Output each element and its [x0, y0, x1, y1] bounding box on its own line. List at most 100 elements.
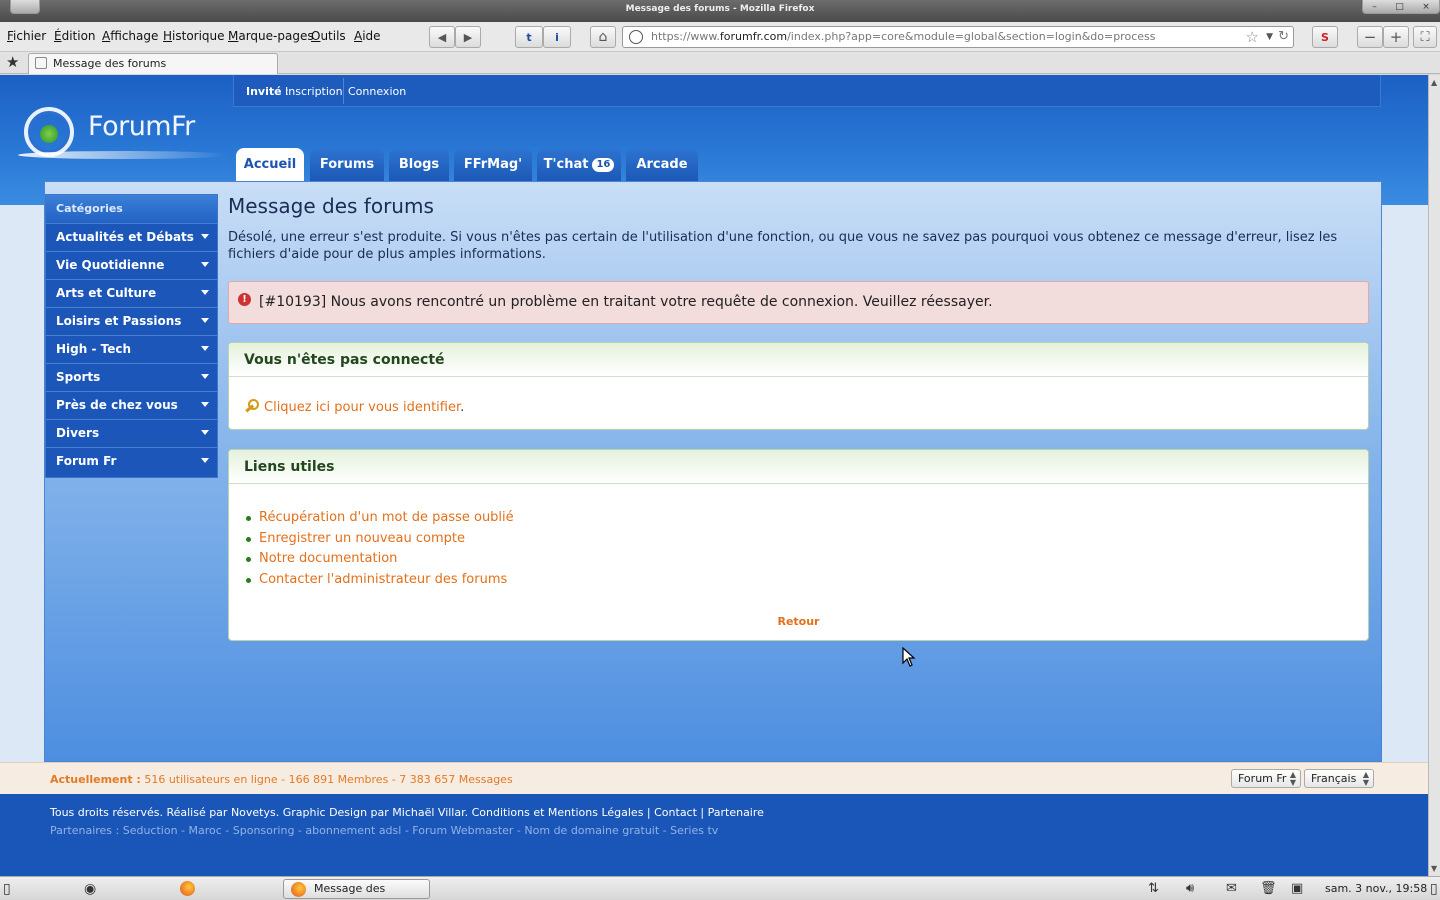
system-menu-icon[interactable]: ◉: [84, 881, 96, 897]
menu-aide[interactable]: Aide: [354, 29, 381, 43]
error-message-text: [#10193] Nous avons rencontré un problèm…: [259, 294, 993, 310]
sidebar-item-vie-quotidienne[interactable]: Vie Quotidienne: [46, 251, 217, 279]
fullscreen-icon: ⛶: [1420, 29, 1430, 45]
minimize-icon[interactable]: –: [1372, 2, 1377, 12]
scroll-up-icon[interactable]: ▲: [1431, 78, 1437, 87]
zoom-in-button[interactable]: +: [1383, 26, 1409, 48]
network-icon[interactable]: ⇅: [1148, 881, 1159, 896]
tab-accueil[interactable]: Accueil: [236, 148, 304, 182]
login-link[interactable]: Connexion: [348, 85, 406, 98]
fullscreen-button[interactable]: ⛶: [1413, 26, 1437, 48]
maximize-icon[interactable]: □: [1395, 2, 1404, 12]
link-documentation[interactable]: Notre documentation: [246, 549, 514, 570]
register-link[interactable]: Inscription: [285, 85, 343, 98]
tab-ffrmag[interactable]: FFrMag': [454, 148, 532, 182]
url-bar[interactable]: https://www.forumfr.com/index.php?app=co…: [622, 26, 1294, 48]
error-icon: !: [238, 293, 251, 306]
logo-swoosh: [18, 151, 228, 159]
guest-status: Invité :: [246, 85, 289, 98]
site-identity-icon[interactable]: [629, 30, 643, 44]
sidebar-item-loisirs[interactable]: Loisirs et Passions: [46, 307, 217, 335]
favicon-icon: [35, 57, 47, 69]
forward-button[interactable]: ▶: [455, 26, 481, 48]
sidebar-item-divers[interactable]: Divers: [46, 419, 217, 447]
sidebar-item-sports[interactable]: Sports: [46, 363, 217, 391]
browser-tab[interactable]: Message des forums: [28, 53, 278, 74]
not-connected-title: Vous n'êtes pas connecté: [229, 343, 1368, 377]
logo-emblem-icon: [24, 107, 74, 157]
volume-icon[interactable]: 🔊︎: [1186, 881, 1194, 896]
reload-icon[interactable]: ↻: [1278, 27, 1289, 47]
logo-text: ForumFr: [88, 111, 195, 142]
useful-links-list: Récupération d'un mot de passe oublié En…: [246, 508, 514, 591]
addon-t-button[interactable]: t: [515, 26, 543, 48]
addon-i-button[interactable]: i: [543, 26, 571, 48]
menu-edition[interactable]: Édition: [54, 29, 96, 43]
user-bar: Invité : Inscription Connexion: [233, 75, 1381, 107]
page-title: Message des forums: [228, 194, 434, 218]
panel-handle-right-icon[interactable]: ▯: [1430, 881, 1438, 897]
tab-arcade[interactable]: Arcade: [626, 148, 698, 182]
error-message-box: ! [#10193] Nous avons rencontré un probl…: [228, 281, 1369, 324]
site-footer: Tous droits réservés. Réalisé par Novety…: [0, 794, 1428, 876]
bookmark-star-icon[interactable]: ☆: [1246, 27, 1259, 47]
back-link-label[interactable]: Retour: [777, 615, 819, 628]
window-controls: – □ ×: [1362, 0, 1440, 14]
tab-label: Message des forums: [53, 57, 167, 70]
scroll-down-icon[interactable]: ▼: [1431, 864, 1437, 873]
tab-blogs[interactable]: Blogs: [389, 148, 449, 182]
not-connected-panel: Vous n'êtes pas connecté Cliquez ici pou…: [228, 342, 1369, 430]
useful-links-panel: Liens utiles Récupération d'un mot de pa…: [228, 449, 1369, 641]
sidebar-item-arts-culture[interactable]: Arts et Culture: [46, 279, 217, 307]
window-titlebar: Message des forums - Mozilla Firefox – □…: [0, 0, 1440, 22]
bookmarks-star-icon[interactable]: ★: [6, 53, 19, 71]
back-button[interactable]: ◀: [429, 26, 455, 48]
close-icon[interactable]: ×: [1422, 2, 1430, 12]
display-icon[interactable]: ▣: [1291, 881, 1303, 896]
addon-s-icon: S: [1321, 30, 1329, 44]
mail-icon[interactable]: ✉: [1226, 881, 1237, 896]
caret-down-icon: [201, 346, 209, 351]
login-line-suffix: .: [460, 400, 465, 415]
link-contact-admin[interactable]: Contacter l'administrateur des forums: [246, 570, 514, 591]
link-register-account[interactable]: Enregistrer un nouveau compte: [246, 529, 514, 550]
url-text: https://www.forumfr.com/index.php?app=co…: [651, 30, 1156, 43]
menu-affichage[interactable]: Affichage: [102, 29, 158, 43]
menu-outils[interactable]: Outils: [311, 29, 346, 43]
menu-marque-pages[interactable]: Marque-pages: [228, 29, 314, 43]
zoom-out-button[interactable]: −: [1357, 26, 1383, 48]
skin-select[interactable]: Forum Fr ▲ ▼: [1231, 769, 1301, 788]
page-scrollbar[interactable]: ▲ ▼: [1428, 75, 1440, 876]
sidebar-item-pres-de-chez-vous[interactable]: Près de chez vous: [46, 391, 217, 419]
taskbar-firefox-window[interactable]: Message des forums...: [283, 879, 430, 899]
tab-forums[interactable]: Forums: [310, 148, 384, 182]
window-title: Message des forums - Mozilla Firefox: [625, 4, 815, 14]
footer-partners[interactable]: Partenaires : Seduction - Maroc - Sponso…: [50, 824, 718, 837]
trash-icon[interactable]: 🗑︎: [1260, 881, 1277, 896]
site-logo[interactable]: ForumFr: [18, 101, 233, 161]
tab-tchat[interactable]: T'chat 16: [537, 148, 621, 182]
sidebar-item-actualites[interactable]: Actualités et Débats: [46, 223, 217, 251]
taskbar-window-label: Message des forums...: [314, 882, 386, 895]
caret-down-icon: [201, 234, 209, 239]
main-container: Catégories Actualités et Débats Vie Quot…: [44, 181, 1382, 762]
addon-s-button[interactable]: S: [1312, 26, 1338, 48]
language-select[interactable]: Français ▲ ▼: [1304, 769, 1374, 788]
tab-bar: ★ Message des forums: [0, 52, 1440, 74]
back-link: Retour: [229, 615, 1368, 628]
link-password-recovery[interactable]: Récupération d'un mot de passe oublié: [246, 508, 514, 529]
footer-credits[interactable]: Tous droits réservés. Réalisé par Novety…: [50, 806, 764, 819]
firefox-launcher-icon[interactable]: [180, 881, 195, 900]
identify-link[interactable]: Cliquez ici pour vous identifier: [264, 400, 460, 415]
panel-handle-icon[interactable]: ▯: [3, 881, 11, 897]
sidebar-item-forum-fr[interactable]: Forum Fr: [46, 447, 217, 475]
home-button[interactable]: ⌂: [590, 26, 616, 48]
sidebar-item-high-tech[interactable]: High - Tech: [46, 335, 217, 363]
tchat-count-badge: 16: [592, 158, 615, 172]
menu-historique[interactable]: Historique: [163, 29, 225, 43]
taskbar-clock[interactable]: sam. 3 nov., 19:58: [1325, 882, 1427, 895]
caret-down-icon: [201, 262, 209, 267]
menu-fichier[interactable]: Fichier: [7, 29, 46, 43]
addon-i-icon: i: [555, 30, 559, 44]
url-dropdown-icon[interactable]: ▼: [1266, 27, 1273, 47]
